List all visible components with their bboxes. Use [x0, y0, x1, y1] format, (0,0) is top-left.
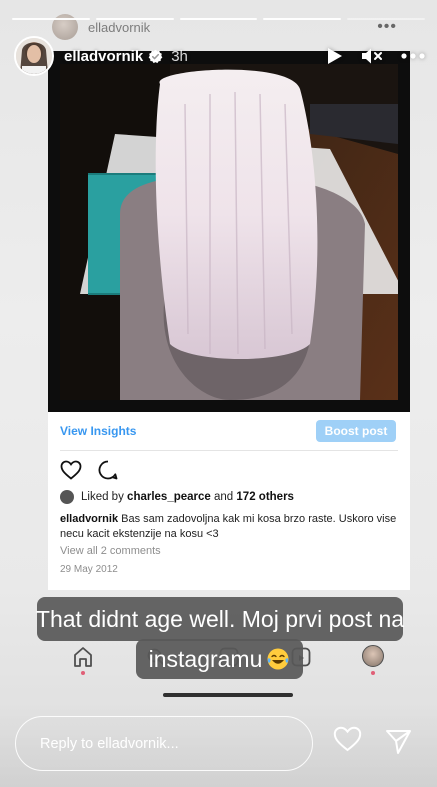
likes-prefix: Liked by [81, 491, 124, 503]
likes-count[interactable]: 172 others [236, 491, 294, 503]
likes-and: and [214, 491, 234, 503]
verified-badge-icon [148, 49, 163, 63]
comment-icon[interactable] [98, 460, 118, 480]
more-icon[interactable] [401, 53, 425, 59]
user-avatar[interactable] [14, 36, 54, 76]
post-card: View Insights Boost post Liked by charle… [48, 412, 410, 590]
caption-username[interactable]: elladvornik [60, 513, 118, 525]
heart-icon[interactable] [60, 460, 82, 480]
story-text-2: instagramu [148, 645, 263, 672]
like-story-heart-icon[interactable] [333, 726, 362, 752]
story-time: 3h [171, 47, 188, 65]
play-icon[interactable] [327, 47, 343, 65]
progress-segment-current [347, 18, 425, 20]
post-caption: elladvornik Bas sam zadovoljna kak mi ko… [60, 512, 400, 542]
send-icon[interactable] [385, 729, 412, 755]
liker-avatar [60, 490, 74, 504]
story-viewer[interactable]: elladvornik ••• elladvornik 3h View Insi… [0, 0, 437, 787]
profile-nav-avatar [362, 645, 384, 667]
view-insights-link[interactable]: View Insights [60, 424, 136, 438]
story-progress [12, 18, 425, 20]
profile-notification-dot [371, 671, 375, 675]
mute-icon[interactable] [361, 47, 383, 65]
post-date: 29 May 2012 [60, 564, 118, 575]
home-notification-dot [81, 671, 85, 675]
post-actions [60, 460, 118, 480]
reply-placeholder: Reply to elladvornik... [40, 735, 179, 752]
view-comments-link[interactable]: View all 2 comments [60, 545, 161, 557]
post-image-frame [48, 51, 410, 412]
card-divider [60, 450, 398, 451]
progress-segment [179, 18, 258, 20]
progress-segment [263, 18, 342, 20]
liked-by-user[interactable]: charles_pearce [127, 491, 211, 503]
screenshot-username: elladvornik [88, 19, 151, 35]
story-username[interactable]: elladvornik [64, 48, 143, 65]
story-text-line-1: That didnt age well. Moj prvi post na [35, 597, 405, 641]
story-text-1: That didnt age well. Moj prvi post na [35, 605, 405, 632]
home-icon [74, 647, 92, 667]
story-controls [327, 47, 425, 65]
story-header: elladvornik 3h [14, 34, 425, 78]
boost-post-button[interactable]: Boost post [316, 420, 396, 442]
progress-segment [95, 18, 174, 20]
likes-row: Liked by charles_pearce and 172 others [60, 490, 294, 504]
story-text-line-2: instagramu [136, 639, 303, 679]
post-image [60, 64, 398, 400]
screenshot-home-indicator [163, 693, 293, 697]
laughing-tears-emoji-icon [267, 648, 289, 670]
progress-segment [12, 18, 90, 20]
reply-input[interactable]: Reply to elladvornik... [15, 716, 313, 771]
